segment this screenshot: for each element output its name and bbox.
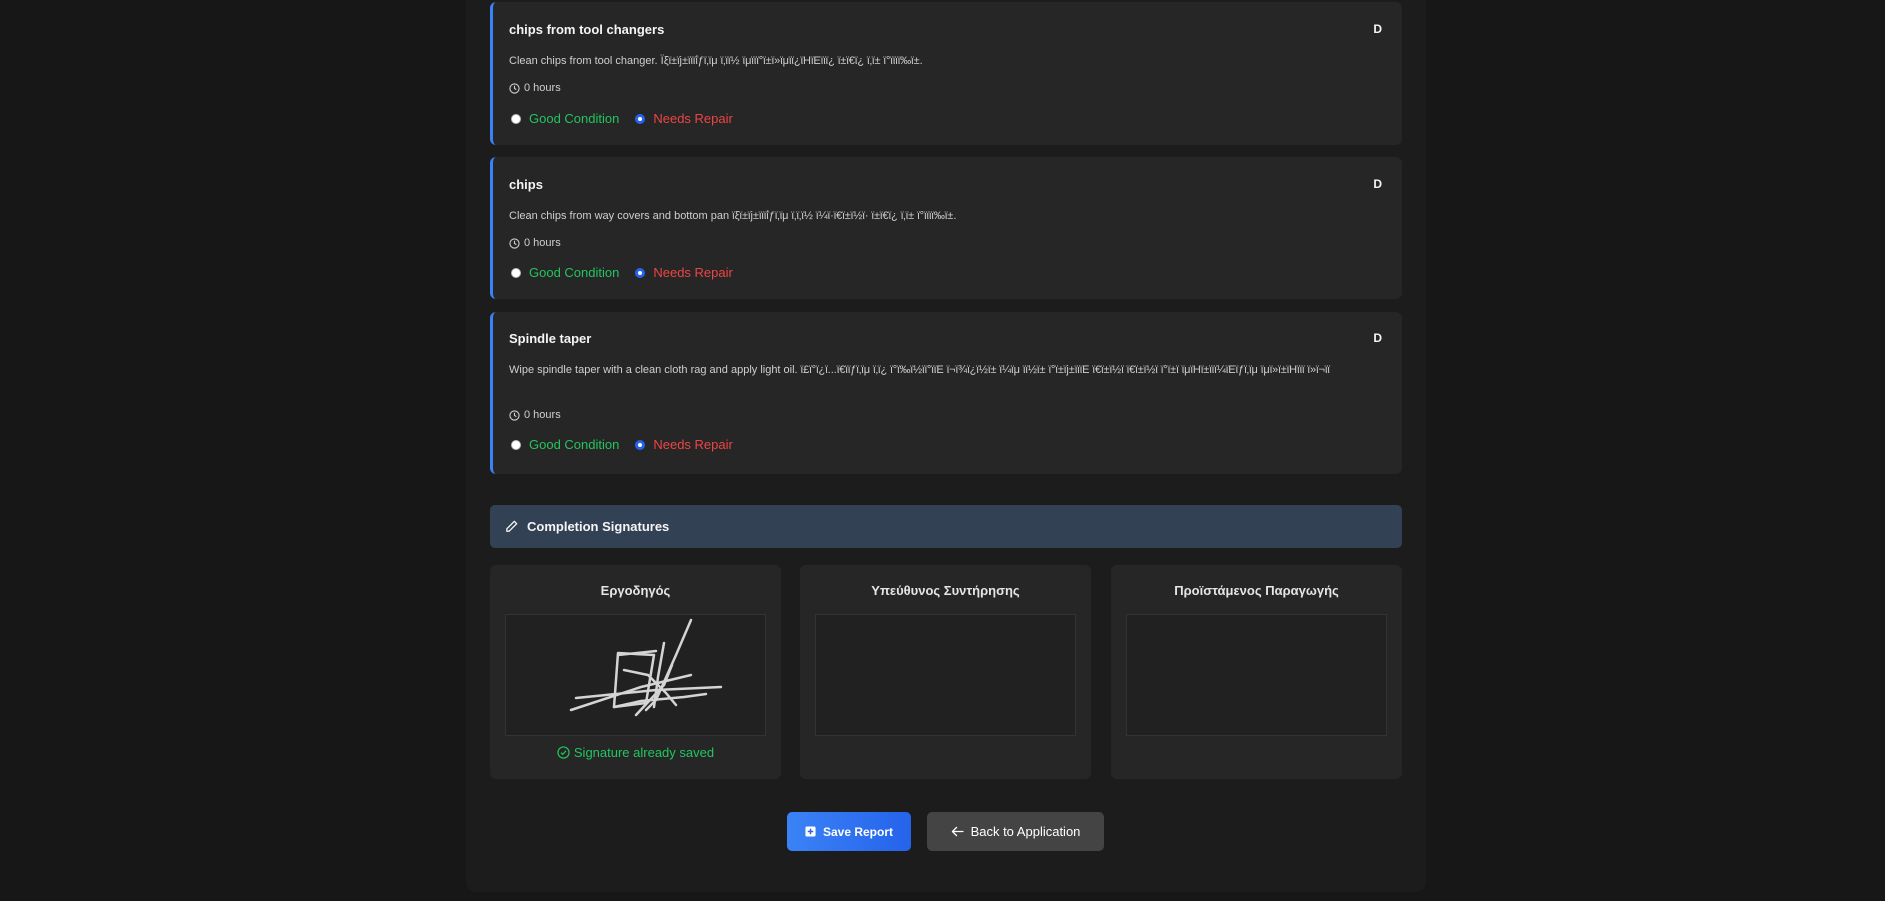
good-condition-radio[interactable] (511, 113, 521, 124)
save-report-button[interactable]: Save Report (787, 812, 911, 851)
task-code: D (1373, 177, 1382, 191)
task-card: Spindle taper D Wipe spindle taper with … (490, 312, 1402, 474)
signature-drawing (569, 618, 723, 717)
task-description: Clean chips from way covers and bottom p… (509, 210, 957, 222)
needs-repair-label: Needs Repair (653, 111, 733, 126)
needs-repair-label: Needs Repair (653, 437, 733, 452)
check-circle-icon (557, 746, 570, 759)
task-title: chips (509, 177, 543, 192)
good-condition-option[interactable]: Good Condition (511, 111, 619, 126)
report-panel: chips from tool changers D Clean chips f… (466, 0, 1426, 892)
signature-pad[interactable] (815, 614, 1076, 736)
signature-box-supervisor: Εργοδηγός Signature already saved (490, 565, 781, 779)
good-condition-radio[interactable] (511, 267, 521, 278)
task-description: Clean chips from tool changer. Ϊξϊ±ϊϳ±ϊϊ… (509, 55, 923, 67)
good-condition-radio[interactable] (511, 439, 521, 450)
good-condition-option[interactable]: Good Condition (511, 265, 619, 280)
good-condition-label: Good Condition (529, 265, 620, 280)
clock-icon (509, 82, 520, 94)
good-condition-label: Good Condition (529, 437, 620, 452)
signature-pad[interactable] (505, 614, 766, 736)
needs-repair-radio[interactable] (635, 267, 646, 278)
save-icon (805, 826, 816, 837)
signature-pad[interactable] (1126, 614, 1387, 736)
needs-repair-label: Needs Repair (653, 265, 733, 280)
task-hours: 0 hours (509, 237, 561, 249)
signature-status-label: Signature already saved (573, 745, 715, 760)
hours-value: 0 hours (524, 82, 561, 94)
signature-box-maintenance: Υπεύθυνος Συντήρησης (800, 565, 1091, 779)
signature-status: Signature already saved (490, 745, 781, 760)
good-condition-option[interactable]: Good Condition (511, 437, 619, 452)
needs-repair-radio[interactable] (635, 113, 646, 124)
good-condition-label: Good Condition (529, 111, 620, 126)
clock-icon (509, 237, 520, 249)
back-to-application-button[interactable]: Back to Application (927, 812, 1104, 851)
clock-icon (509, 409, 520, 421)
task-title: Spindle taper (509, 331, 592, 346)
task-code: D (1373, 331, 1382, 345)
signature-box-production: Προϊστάμενος Παραγωγής (1111, 565, 1402, 779)
task-card: chips D Clean chips from way covers and … (490, 157, 1402, 299)
task-hours: 0 hours (509, 409, 561, 421)
signature-role: Προϊστάμενος Παραγωγής (1174, 583, 1339, 598)
task-code: D (1373, 22, 1382, 36)
signature-role: Υπεύθυνος Συντήρησης (871, 583, 1020, 598)
signatures-header-label: Completion Signatures (527, 519, 670, 534)
back-to-application-label: Back to Application (970, 824, 1081, 839)
needs-repair-option[interactable]: Needs Repair (635, 437, 733, 452)
save-report-label: Save Report (822, 824, 894, 839)
arrow-left-icon (951, 826, 964, 837)
needs-repair-radio[interactable] (635, 439, 646, 450)
condition-radio-group: Good Condition Needs Repair (511, 437, 749, 452)
needs-repair-option[interactable]: Needs Repair (635, 111, 733, 126)
signature-role: Εργοδηγός (600, 583, 671, 598)
hours-value: 0 hours (524, 409, 561, 421)
task-description: Wipe spindle taper with a clean cloth ra… (509, 364, 1330, 376)
task-hours: 0 hours (509, 82, 561, 94)
condition-radio-group: Good Condition Needs Repair (511, 111, 749, 126)
needs-repair-option[interactable]: Needs Repair (635, 265, 733, 280)
pencil-icon (506, 520, 518, 532)
condition-radio-group: Good Condition Needs Repair (511, 265, 749, 280)
hours-value: 0 hours (524, 237, 561, 249)
task-card: chips from tool changers D Clean chips f… (490, 2, 1402, 145)
signatures-header: Completion Signatures (490, 505, 1402, 548)
task-title: chips from tool changers (509, 22, 665, 37)
